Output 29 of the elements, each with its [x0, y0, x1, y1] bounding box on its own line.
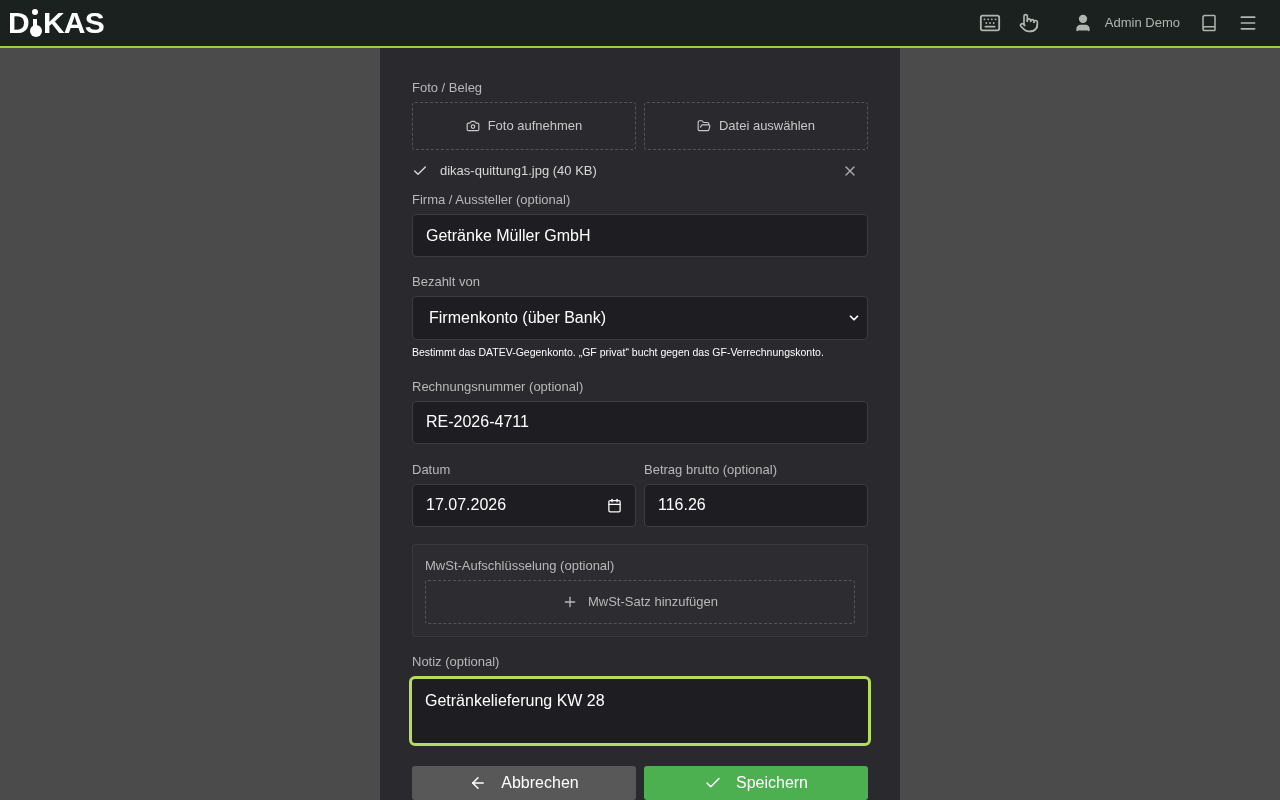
upload-button[interactable]: Datei auswählen — [644, 102, 868, 150]
user-name[interactable]: Admin Demo — [1104, 13, 1180, 33]
hint-text: Bestimmt das DATEV-Gegenkonto. „GF privat“ bucht gegen das GF-Verrechnungskonto. — [412, 345, 825, 360]
cancel-button[interactable]: Abbrechen — [412, 765, 636, 800]
input-field[interactable]: RE-2026-4711 — [412, 400, 868, 444]
select-field[interactable]: Firmenkonto (über Bank) — [412, 296, 868, 340]
menu-icon[interactable] — [1238, 13, 1258, 33]
calendar-icon — [607, 497, 622, 513]
input-field[interactable]: 17.07.2026 — [412, 483, 636, 527]
field-label: MwSt-Aufschlüsselung (optional) — [425, 557, 616, 573]
camera-icon — [465, 119, 480, 133]
input-field[interactable]: 116.26 — [644, 483, 868, 527]
keyboard-icon[interactable] — [978, 12, 1001, 34]
field-label: Rechnungsnummer (optional) — [412, 378, 585, 394]
folder-icon — [696, 119, 711, 133]
field-label: Firma / Aussteller (optional) — [412, 192, 572, 207]
book-icon[interactable] — [1200, 14, 1218, 32]
note-textarea[interactable]: Getränkelieferung KW 28 — [409, 675, 871, 746]
input-field[interactable]: Getränke Müller GmbH — [412, 214, 868, 257]
file-name: dikas-quittung1.jpg (40 KB) — [440, 162, 598, 181]
pointer-icon[interactable] — [1018, 13, 1039, 33]
add-vat-button[interactable]: MwSt-Satz hinzufügen — [425, 579, 855, 624]
field-label: Notiz (optional) — [412, 653, 501, 669]
field-label: Foto / Beleg — [412, 80, 484, 95]
field-label: Bezahlt von — [412, 274, 481, 289]
upload-button[interactable]: Foto aufnehmen — [412, 102, 636, 150]
field-label: Datum — [412, 461, 452, 477]
logo[interactable]: D KAS — [8, 8, 104, 38]
field-label: Betrag brutto (optional) — [644, 461, 778, 477]
